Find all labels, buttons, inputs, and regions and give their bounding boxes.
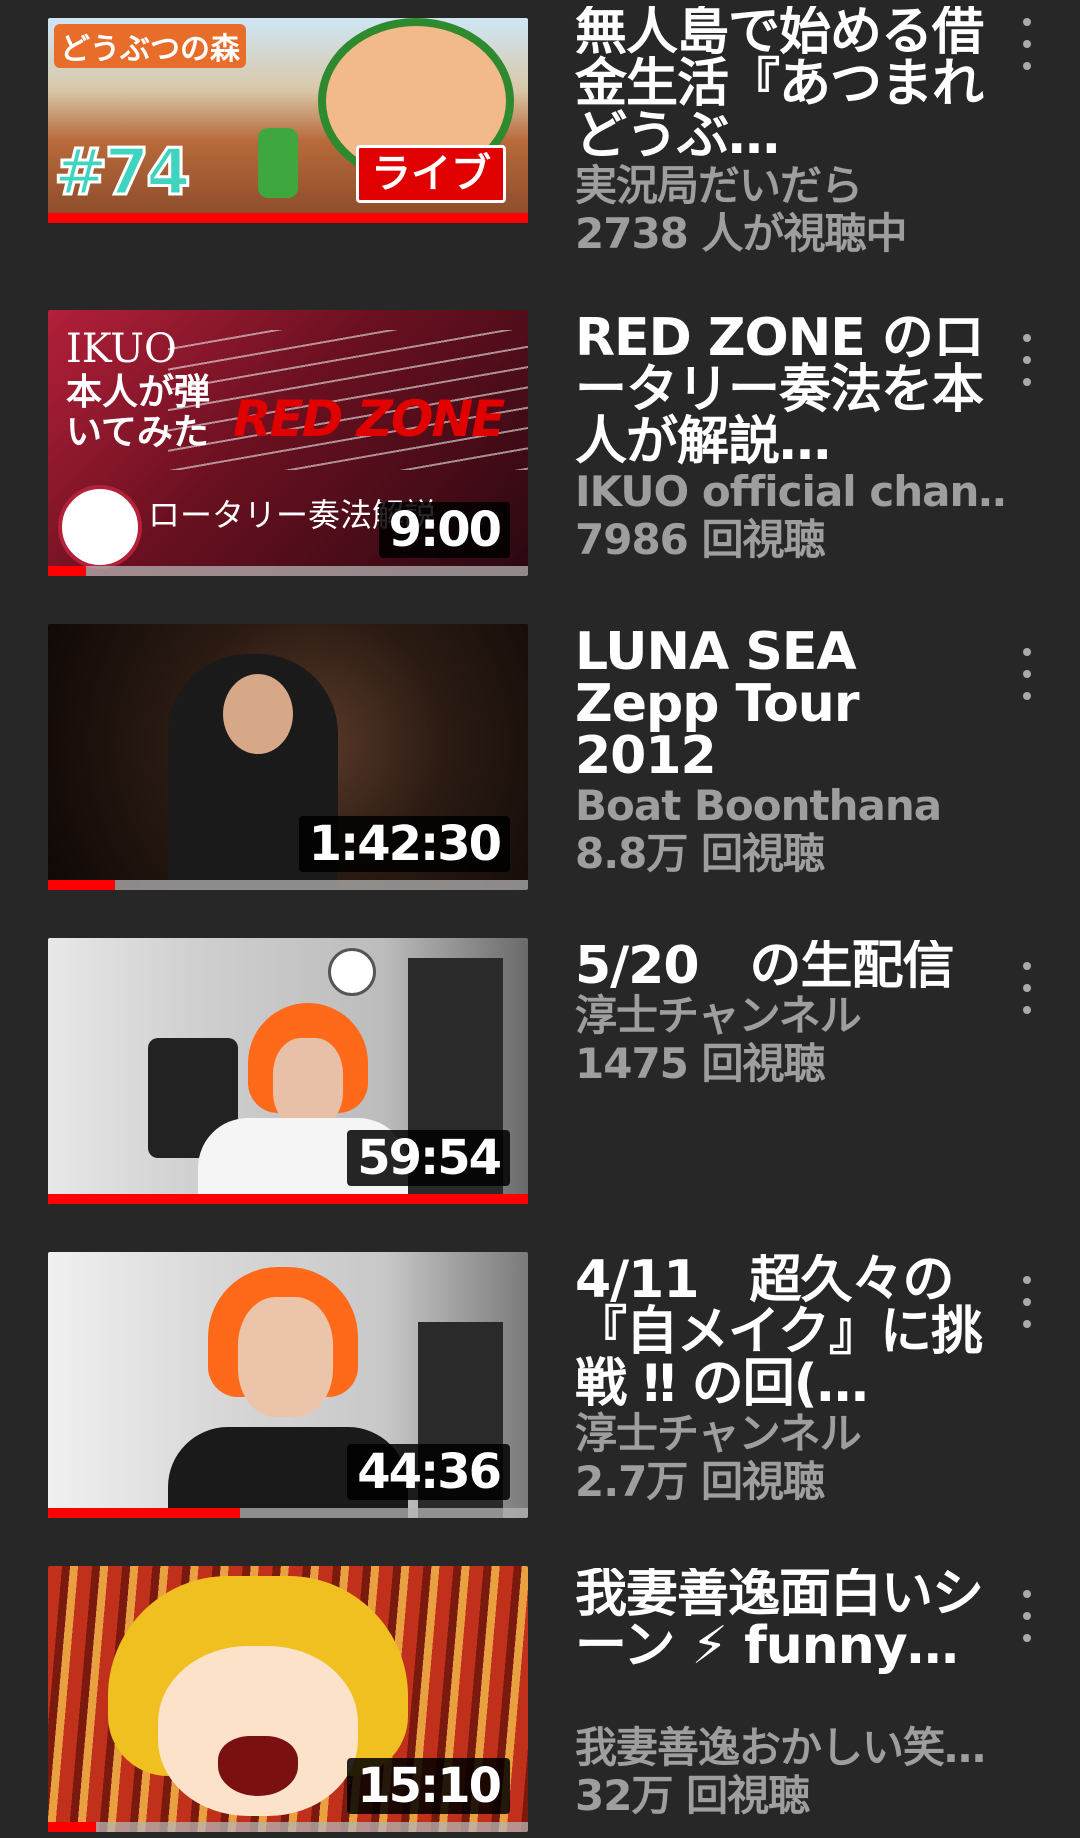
- more-vert-icon[interactable]: [1015, 1590, 1039, 1642]
- progress-fill: [48, 1508, 240, 1518]
- more-vert-icon[interactable]: [1015, 18, 1039, 70]
- channel-name[interactable]: Boat Boonthana: [575, 782, 1005, 830]
- thumbnail-artist-name: IKUO: [66, 326, 177, 372]
- video-title[interactable]: 5/20 の生配信: [575, 940, 1005, 992]
- video-thumbnail[interactable]: 44:36: [48, 1252, 528, 1518]
- view-count: 32万 回視聴: [575, 1772, 810, 1820]
- progress-bar: [48, 213, 528, 223]
- video-item[interactable]: 44:36 4/11 超久々の『自メイク』に挑戦 ‼ の回(… 淳士チャンネル …: [0, 1252, 1080, 1518]
- duration-badge: 59:54: [347, 1130, 510, 1186]
- wall-clock: [328, 948, 376, 996]
- view-count: 2.7万 回視聴: [575, 1458, 825, 1506]
- video-thumbnail[interactable]: 15:10: [48, 1566, 528, 1832]
- performer-face: [273, 1038, 343, 1128]
- duration-badge: 1:42:30: [298, 816, 510, 872]
- video-meta[interactable]: 無人島で始める借金生活『あつまれ どうぶ… 実況局だいだら 2738 人が視聴中: [575, 6, 1005, 258]
- thumbnail-caption: 本人が弾いてみた: [66, 371, 211, 453]
- video-item[interactable]: どうぶつの森 #74 ライブ 無人島で始める借金生活『あつまれ どうぶ… 実況局…: [0, 0, 1080, 258]
- video-meta[interactable]: LUNA SEA Zepp Tour 2012 Boat Boonthana 8…: [575, 626, 1005, 878]
- progress-bar: [48, 880, 528, 890]
- video-meta[interactable]: 5/20 の生配信 淳士チャンネル 1475 回視聴: [575, 940, 1005, 1088]
- progress-fill: [48, 880, 116, 890]
- live-badge: ライブ: [356, 145, 506, 203]
- video-title[interactable]: 4/11 超久々の『自メイク』に挑戦 ‼ の回(…: [575, 1254, 1005, 1410]
- thumbnail-song-title: RED ZONE: [233, 390, 505, 448]
- video-thumbnail[interactable]: どうぶつの森 #74 ライブ: [48, 18, 528, 223]
- duration-badge: 44:36: [347, 1444, 510, 1500]
- video-meta[interactable]: 4/11 超久々の『自メイク』に挑戦 ‼ の回(… 淳士チャンネル 2.7万 回…: [575, 1254, 1005, 1506]
- anime-character-mouth: [218, 1736, 298, 1796]
- video-item[interactable]: 1:42:30 LUNA SEA Zepp Tour 2012 Boat Boo…: [0, 624, 1080, 890]
- thumbnail-game-title: どうぶつの森: [54, 24, 246, 68]
- view-count: 8.8万 回視聴: [575, 830, 825, 878]
- progress-bar: [48, 1508, 528, 1518]
- performer-face: [238, 1297, 333, 1417]
- progress-fill: [48, 566, 87, 576]
- video-meta[interactable]: RED ZONE のロータリー奏法を本人が解説… IKUO official c…: [575, 312, 1005, 564]
- channel-name[interactable]: 淳士チャンネル: [575, 992, 1005, 1040]
- performer-face: [223, 674, 293, 754]
- video-title[interactable]: LUNA SEA Zepp Tour 2012: [575, 626, 1005, 782]
- channel-name[interactable]: 淳士チャンネル: [575, 1410, 1005, 1458]
- progress-bar: [48, 1822, 528, 1832]
- more-vert-icon[interactable]: [1015, 1276, 1039, 1328]
- more-vert-icon[interactable]: [1015, 334, 1039, 386]
- video-meta[interactable]: 我妻善逸面白いシーン ⚡ funny… 我妻善逸おかしい笑… 32万 回視聴: [575, 1568, 1005, 1820]
- video-title[interactable]: RED ZONE のロータリー奏法を本人が解説…: [575, 312, 1005, 468]
- video-title[interactable]: 無人島で始める借金生活『あつまれ どうぶ…: [575, 6, 1005, 162]
- view-count: 1475 回視聴: [575, 1040, 826, 1088]
- video-thumbnail[interactable]: 59:54: [48, 938, 528, 1204]
- view-count: 2738 人が視聴中: [575, 210, 908, 258]
- video-thumbnail[interactable]: 1:42:30: [48, 624, 528, 890]
- more-vert-icon[interactable]: [1015, 962, 1039, 1014]
- progress-bar: [48, 1194, 528, 1204]
- thumbnail-episode-number: #74: [53, 135, 193, 212]
- video-item[interactable]: 15:10 我妻善逸面白いシーン ⚡ funny… 我妻善逸おかしい笑… 32万…: [0, 1566, 1080, 1832]
- video-feed: どうぶつの森 #74 ライブ 無人島で始める借金生活『あつまれ どうぶ… 実況局…: [0, 0, 1080, 1838]
- small-character: [258, 128, 298, 198]
- more-vert-icon[interactable]: [1015, 648, 1039, 700]
- video-thumbnail[interactable]: IKUO 本人が弾いてみた RED ZONE ロータリー奏法解説 9:00: [48, 310, 528, 576]
- duration-badge: 15:10: [347, 1758, 510, 1814]
- view-count: 7986 回視聴: [575, 516, 826, 564]
- video-item[interactable]: IKUO 本人が弾いてみた RED ZONE ロータリー奏法解説 9:00 RE…: [0, 310, 1080, 576]
- progress-fill: [48, 213, 528, 223]
- progress-fill: [48, 1822, 96, 1832]
- video-item[interactable]: 59:54 5/20 の生配信 淳士チャンネル 1475 回視聴: [0, 938, 1080, 1204]
- cat-logo-icon: [58, 485, 142, 569]
- channel-name[interactable]: 我妻善逸おかしい笑…: [575, 1724, 1005, 1772]
- duration-badge: 9:00: [378, 502, 510, 558]
- channel-name[interactable]: IKUO official chan…: [575, 468, 1005, 516]
- channel-name[interactable]: 実況局だいだら: [575, 162, 1005, 210]
- video-title[interactable]: 我妻善逸面白いシーン ⚡ funny…: [575, 1568, 1005, 1724]
- progress-bar: [48, 566, 528, 576]
- progress-fill: [48, 1194, 528, 1204]
